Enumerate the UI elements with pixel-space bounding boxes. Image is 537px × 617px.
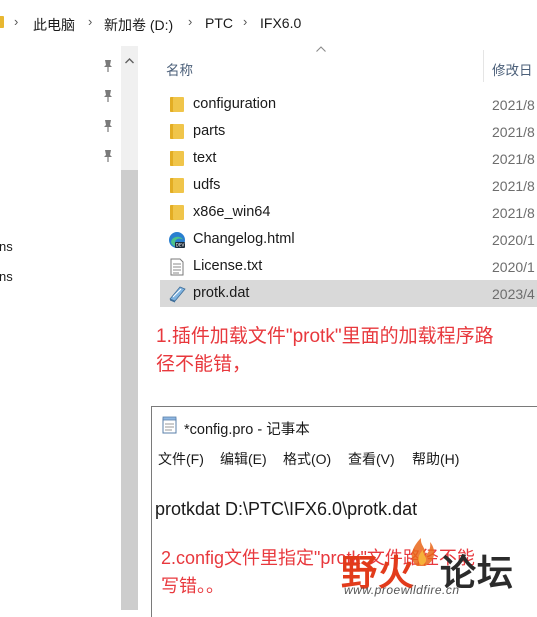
chevron-right-icon[interactable]: › [88, 14, 92, 29]
file-date: 2023/4 [492, 286, 535, 302]
folder-icon [170, 124, 184, 139]
notepad-title: *config.pro - 记事本 [184, 422, 310, 438]
file-row-license-txt[interactable]: License.txt 2020/1 [160, 253, 537, 280]
menu-file[interactable]: 文件(F) [158, 449, 204, 469]
annotation-2-line-2: 写错。。 [161, 576, 224, 596]
file-date: 2020/1 [492, 232, 535, 248]
scroll-up-arrow-icon[interactable] [124, 56, 135, 66]
file-row-parts[interactable]: parts 2021/8 [160, 118, 537, 145]
scrollbar-thumb[interactable] [121, 170, 138, 610]
file-name: x86e_win64 [193, 204, 271, 220]
file-row-x86e-win64[interactable]: x86e_win64 2021/8 [160, 199, 537, 226]
file-name: text [193, 150, 217, 166]
file-date: 2020/1 [492, 259, 535, 275]
breadcrumb-this-pc[interactable]: 此电脑 [33, 15, 75, 35]
file-date: 2021/8 [492, 151, 535, 167]
file-name: udfs [193, 177, 221, 193]
file-row-configuration[interactable]: configuration 2021/8 [160, 91, 537, 118]
dat-file-icon [169, 286, 186, 303]
file-row-text[interactable]: text 2021/8 [160, 145, 537, 172]
file-name: protk.dat [193, 285, 250, 301]
sort-ascending-icon [316, 46, 326, 52]
file-row-changelog-html[interactable]: DEV Changelog.html 2020/1 [160, 226, 537, 253]
file-name: parts [193, 123, 226, 139]
address-bar[interactable]: › 此电脑 › 新加卷 (D:) › PTC › IFX6.0 [0, 0, 537, 46]
folder-icon [170, 178, 184, 193]
file-date: 2021/8 [492, 124, 535, 140]
menu-view[interactable]: 查看(V) [348, 449, 395, 469]
nav-scrollbar[interactable] [121, 46, 138, 610]
edge-dev-icon: DEV [169, 232, 185, 248]
menu-edit[interactable]: 编辑(E) [220, 449, 267, 469]
breadcrumb-volume-d[interactable]: 新加卷 (D:) [104, 15, 173, 35]
nav-item-partial[interactable]: ns [0, 269, 13, 284]
column-divider[interactable] [483, 50, 484, 82]
annotation-1-line-2: 径不能错， [156, 354, 252, 375]
notepad-text-content[interactable]: protkdat D:\PTC\IFX6.0\protk.dat [155, 499, 417, 520]
file-date: 2021/8 [492, 97, 535, 113]
menu-help[interactable]: 帮助(H) [412, 449, 459, 469]
watermark-url: www.proewildfire.cn [344, 583, 460, 597]
chevron-right-icon[interactable]: › [243, 14, 247, 29]
pin-icon[interactable] [101, 59, 115, 73]
folder-icon [170, 151, 184, 166]
pin-icon[interactable] [101, 89, 115, 103]
pin-icon[interactable] [101, 119, 115, 133]
file-date: 2021/8 [492, 205, 535, 221]
column-header-name[interactable]: 名称 [166, 59, 193, 79]
folder-icon [170, 205, 184, 220]
chevron-right-icon[interactable]: › [14, 14, 18, 29]
chevron-right-icon[interactable]: › [188, 14, 192, 29]
file-name: configuration [193, 96, 277, 112]
watermark-logo: 野火 论坛 www.proewildfire.cn [300, 528, 537, 610]
breadcrumb-ifx6[interactable]: IFX6.0 [260, 15, 301, 31]
file-name: Changelog.html [193, 231, 295, 247]
column-header-date[interactable]: 修改日 [492, 59, 533, 79]
notepad-icon [162, 416, 177, 434]
text-file-icon [170, 258, 184, 276]
svg-text:DEV: DEV [176, 243, 185, 248]
menu-format[interactable]: 格式(O) [283, 449, 331, 469]
file-date: 2021/8 [492, 178, 535, 194]
file-row-protk-dat[interactable]: protk.dat 2023/4 [160, 280, 537, 307]
nav-item-partial[interactable]: ns [0, 239, 13, 254]
file-name: License.txt [193, 258, 263, 274]
breadcrumb-ptc[interactable]: PTC [205, 15, 233, 31]
file-row-udfs[interactable]: udfs 2021/8 [160, 172, 537, 199]
folder-icon [0, 16, 4, 28]
annotation-1-line-1: 1.插件加载文件"protk"里面的加载程序路 [156, 326, 494, 347]
pin-icon[interactable] [101, 149, 115, 163]
folder-icon [170, 97, 184, 112]
